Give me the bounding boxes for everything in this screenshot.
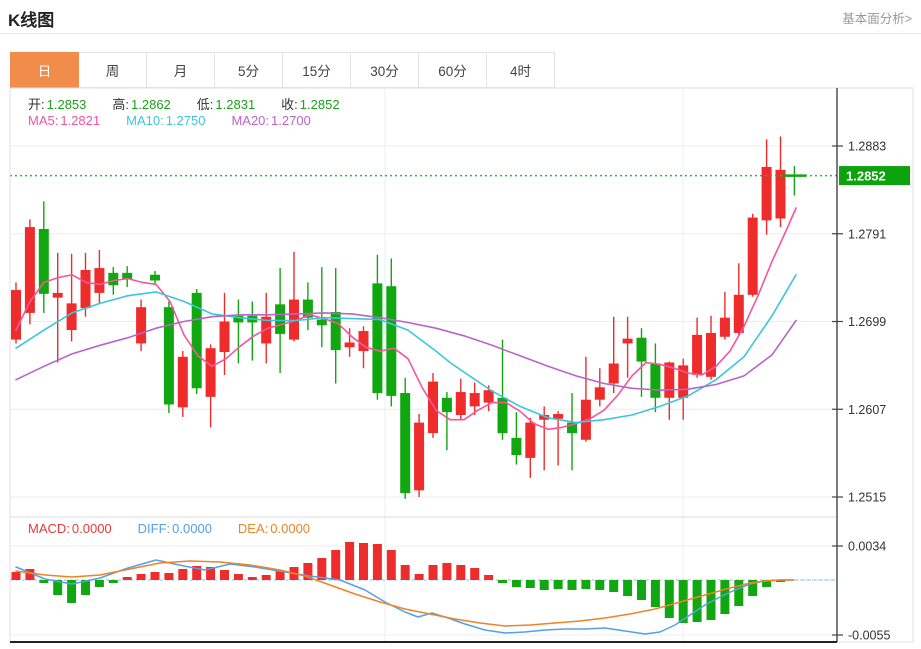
legend-item: 低: 1.2831: [196, 97, 256, 112]
axis-label: 1.2791: [848, 227, 886, 241]
legend-item: MA20: 1.2700: [231, 113, 311, 128]
axis-label: 1.2883: [848, 140, 886, 154]
macd-legend: MACD: 0.0000 DIFF: 0.0000 DEA: 0.0000: [28, 521, 336, 536]
legend-item: DEA: 0.0000: [237, 521, 311, 536]
legend-item: DIFF: 0.0000: [137, 521, 212, 536]
current-price-tag: 1.2852: [839, 166, 910, 186]
legend-item: MA5: 1.2821: [28, 113, 101, 128]
axis-label: 0.0034: [848, 540, 886, 554]
ohlc-legend: 开: 1.2853 高: 1.2862 低: 1.2831 收: 1.2852: [28, 94, 366, 113]
axis-label: -0.0055: [848, 629, 890, 643]
axis-label: 1.2699: [848, 315, 886, 329]
legend-item: 收: 1.2852: [281, 97, 340, 112]
legend-item: 开: 1.2853: [28, 97, 87, 112]
svg-text:1.2852: 1.2852: [846, 168, 886, 183]
legend-item: MA10: 1.2750: [126, 113, 206, 128]
legend-item: 高: 1.2862: [112, 97, 171, 112]
ma-legend: MA5: 1.2821 MA10: 1.2750 MA20: 1.2700: [28, 113, 337, 128]
axis-label: 1.2607: [848, 403, 886, 417]
legend-item: MACD: 0.0000: [28, 521, 112, 536]
macd-histogram: [11, 542, 785, 623]
axis-label: 1.2515: [848, 491, 886, 505]
candlesticks: [11, 136, 800, 499]
chart-series: [10, 136, 837, 635]
